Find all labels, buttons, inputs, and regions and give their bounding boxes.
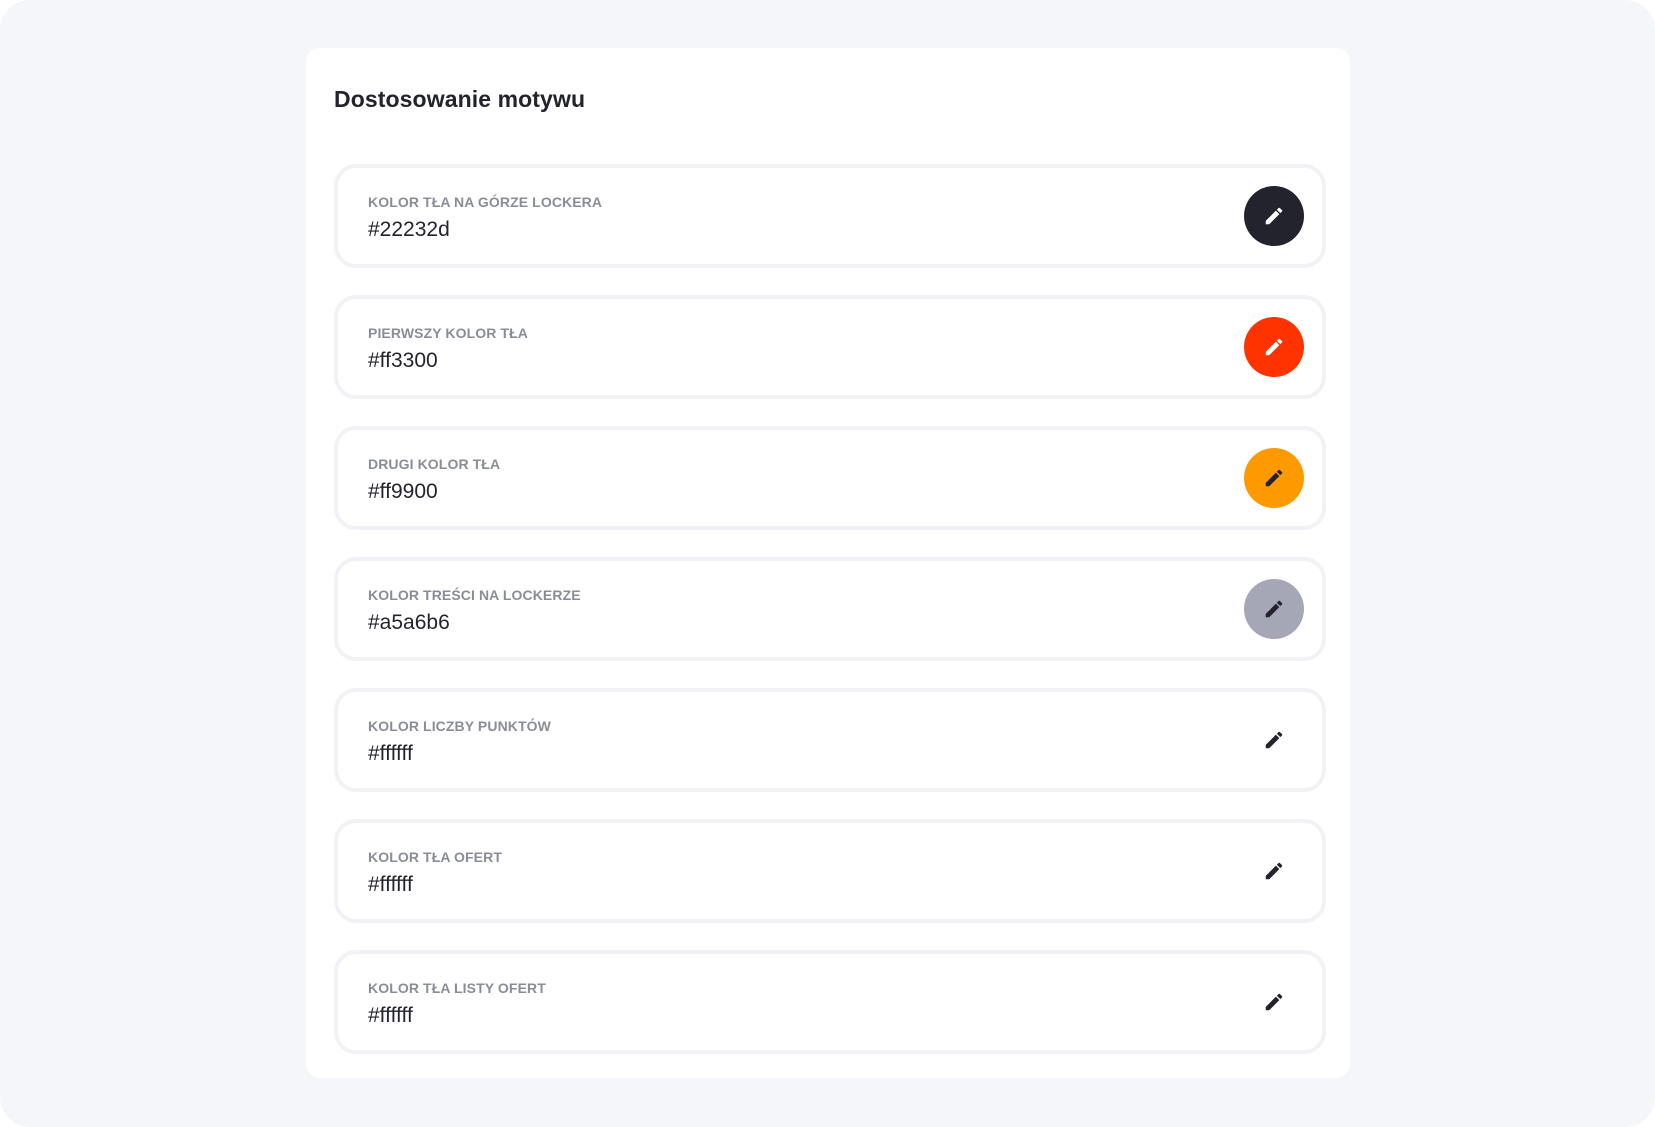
color-setting-row: KOLOR TŁA LISTY OFERT #ffffff [334, 950, 1326, 1054]
color-setting-value: #ff3300 [368, 349, 438, 372]
edit-color-button[interactable] [1244, 710, 1304, 770]
color-setting-label: DRUGI KOLOR TŁA [368, 456, 501, 472]
pencil-icon [1265, 993, 1283, 1011]
color-setting-row: KOLOR TŁA NA GÓRZE LOCKERA #22232d [334, 164, 1326, 268]
color-setting-label: KOLOR TŁA OFERT [368, 849, 502, 865]
color-setting-value: #a5a6b6 [368, 611, 450, 634]
color-setting-row: KOLOR TREŚCI NA LOCKERZE #a5a6b6 [334, 557, 1326, 661]
pencil-icon [1265, 600, 1283, 618]
edit-color-button[interactable] [1244, 317, 1304, 377]
pencil-icon [1265, 731, 1283, 749]
page-background: Dostosowanie motywu KOLOR TŁA NA GÓRZE L… [0, 0, 1655, 1127]
edit-color-button[interactable] [1244, 972, 1304, 1032]
color-setting-label: KOLOR TŁA LISTY OFERT [368, 980, 546, 996]
color-setting-label: KOLOR TŁA NA GÓRZE LOCKERA [368, 194, 603, 210]
color-setting-value: #ffffff [368, 742, 413, 765]
color-setting-label: PIERWSZY KOLOR TŁA [368, 325, 528, 341]
color-setting-value: #22232d [368, 218, 450, 241]
color-setting-row: DRUGI KOLOR TŁA #ff9900 [334, 426, 1326, 530]
edit-color-button[interactable] [1244, 448, 1304, 508]
color-setting-row: PIERWSZY KOLOR TŁA #ff3300 [334, 295, 1326, 399]
color-setting-label: KOLOR LICZBY PUNKTÓW [368, 718, 551, 734]
theme-customization-panel: Dostosowanie motywu KOLOR TŁA NA GÓRZE L… [306, 48, 1350, 1078]
edit-color-button[interactable] [1244, 186, 1304, 246]
pencil-icon [1265, 862, 1283, 880]
color-settings-list: KOLOR TŁA NA GÓRZE LOCKERA #22232d PIERW… [334, 164, 1326, 1081]
pencil-icon [1265, 469, 1283, 487]
color-setting-row: KOLOR TŁA OFERT #ffffff [334, 819, 1326, 923]
edit-color-button[interactable] [1244, 841, 1304, 901]
edit-color-button[interactable] [1244, 579, 1304, 639]
color-setting-row: KOLOR LICZBY PUNKTÓW #ffffff [334, 688, 1326, 792]
color-setting-value: #ff9900 [368, 480, 438, 503]
color-setting-label: KOLOR TREŚCI NA LOCKERZE [368, 587, 581, 603]
color-setting-value: #ffffff [368, 1004, 413, 1027]
pencil-icon [1265, 338, 1283, 356]
panel-title: Dostosowanie motywu [334, 86, 586, 112]
color-setting-value: #ffffff [368, 873, 413, 896]
pencil-icon [1265, 207, 1283, 225]
